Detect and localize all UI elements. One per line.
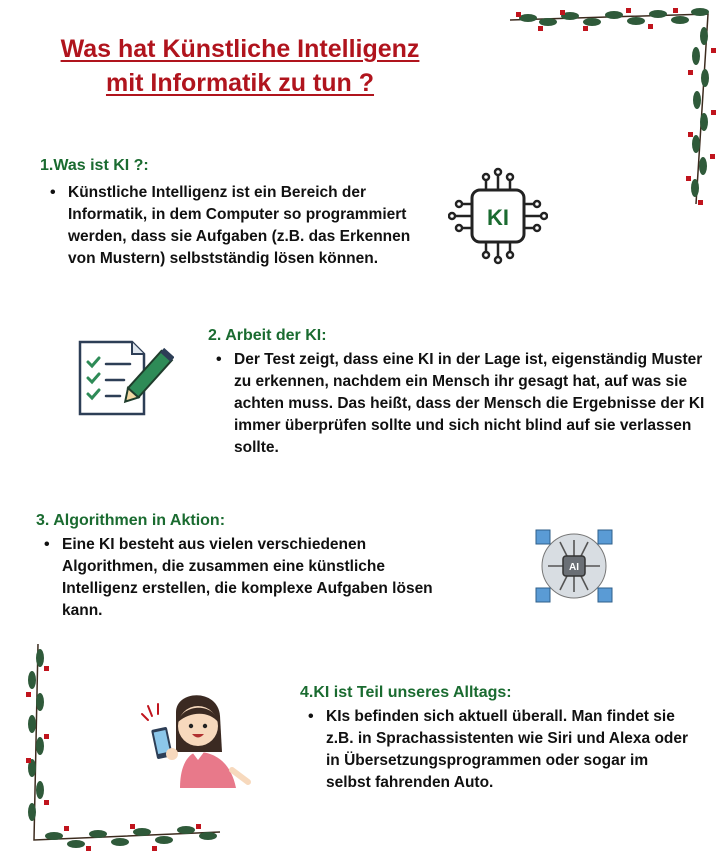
section-1-heading: 1.Was ist KI ?: (40, 157, 149, 174)
section-1-bullet: Künstliche Intelligenz ist ein Bereich d… (42, 182, 440, 270)
ai-label: AI (569, 562, 579, 573)
section-2-heading: 2. Arbeit der KI: (208, 327, 327, 344)
ki-chip-icon: KI (448, 167, 548, 265)
section-3-bullet: Eine KI besteht aus vielen verschiedenen… (36, 534, 460, 622)
section-4-bullet: KIs befinden sich aktuell überall. Man f… (300, 706, 696, 794)
title-line-2: mit Informatik zu tun ? (105, 69, 375, 97)
checklist-pencil-icon (78, 340, 174, 416)
section-4-heading: 4.KI ist Teil unseres Alltags: (300, 684, 512, 701)
person-with-phone-illustration (141, 695, 251, 788)
section-3-heading: 3. Algorithmen in Aktion: (36, 512, 226, 529)
page-title: Was hat Künstliche Intelligenz mit Infor… (30, 32, 450, 100)
chip-label: KI (487, 205, 509, 230)
title-line-1: Was hat Künstliche Intelligenz (60, 35, 420, 63)
ai-network-icon: AI (535, 529, 613, 603)
section-2-bullet: Der Test zeigt, dass eine KI in der Lage… (208, 349, 722, 459)
